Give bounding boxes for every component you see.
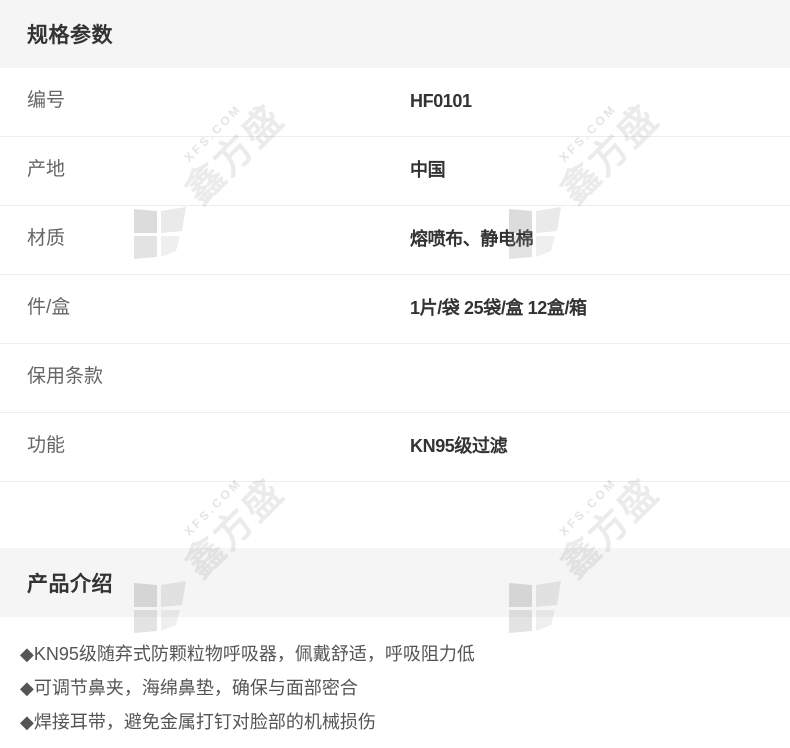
- intro-section-header: 产品介绍: [0, 548, 790, 617]
- spec-row-number: 编号 HF0101: [0, 68, 790, 137]
- spec-row-warranty: 保用条款: [0, 344, 790, 413]
- list-item: ◆焊接耳带，避免金属打钉对脸部的机械损伤: [20, 712, 376, 732]
- intro-section-title: 产品介绍: [27, 572, 113, 596]
- spec-row-packaging: 件/盒 1片/袋 25袋/盒 12盒/箱: [0, 275, 790, 344]
- spec-table: 编号 HF0101 产地 中国 材质 熔喷布、静电棉 件/盒 1片/袋 25袋/…: [0, 68, 790, 482]
- spec-value: 中国: [410, 160, 446, 180]
- spec-label: 保用条款: [27, 366, 104, 387]
- intro-list: ◆KN95级随弃式防颗粒物呼吸器，佩戴舒适，呼吸阻力低 ◆可调节鼻夹，海绵鼻垫，…: [0, 617, 790, 739]
- spec-label: 功能: [27, 435, 66, 456]
- spec-label: 产地: [27, 159, 66, 180]
- spec-row-material: 材质 熔喷布、静电棉: [0, 206, 790, 275]
- list-item: ◆KN95级随弃式防颗粒物呼吸器，佩戴舒适，呼吸阻力低: [20, 644, 475, 664]
- spec-label: 件/盒: [27, 297, 71, 318]
- product-detail-page: 规格参数 编号 HF0101 产地 中国 材质 熔喷布、静电棉 件/盒 1片/袋…: [0, 0, 790, 748]
- spec-value: 熔喷布、静电棉: [410, 229, 534, 249]
- spec-row-origin: 产地 中国: [0, 137, 790, 206]
- spec-value: 1片/袋 25袋/盒 12盒/箱: [410, 298, 587, 318]
- spec-value: KN95级过滤: [410, 436, 508, 456]
- spec-value: HF0101: [410, 91, 472, 111]
- spec-section-title: 规格参数: [27, 24, 113, 47]
- spec-label: 编号: [27, 90, 66, 111]
- spec-label: 材质: [27, 228, 66, 249]
- list-item: ◆可调节鼻夹，海绵鼻垫，确保与面部密合: [20, 678, 358, 698]
- spec-section-header: 规格参数: [0, 0, 790, 68]
- spec-row-function: 功能 KN95级过滤: [0, 413, 790, 482]
